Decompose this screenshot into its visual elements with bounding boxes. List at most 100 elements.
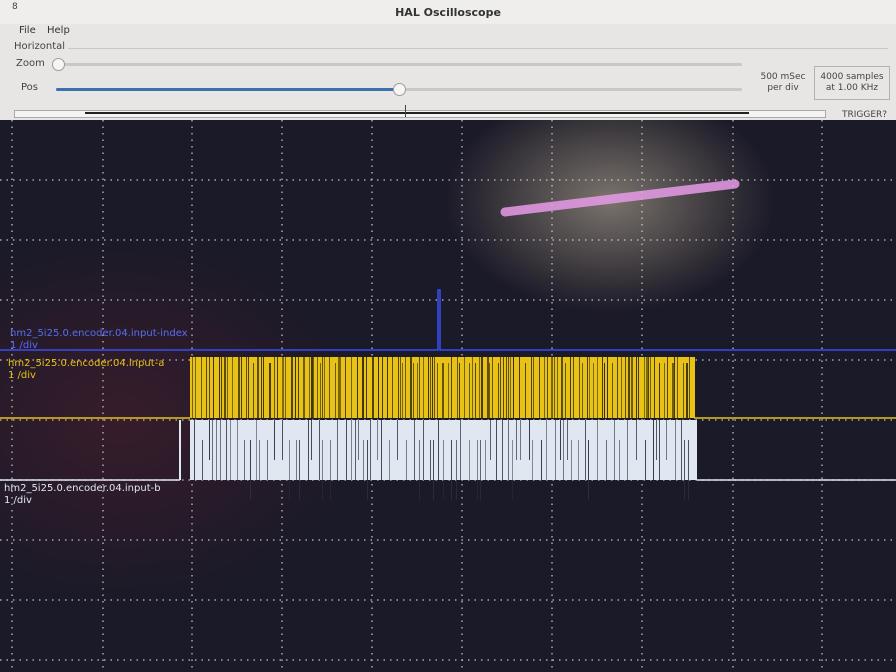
trace-b-pulse-gap xyxy=(256,420,257,480)
rate-unit: per div xyxy=(767,83,799,93)
trace-a-pulse-gap xyxy=(263,357,264,418)
trace-a-pulse-gap xyxy=(192,357,193,418)
trace-a-pulse-gap xyxy=(366,357,367,418)
trace-b-pulse-gap xyxy=(666,420,667,460)
zoom-slider-handle[interactable] xyxy=(52,58,65,71)
trace-a-pulse-gap xyxy=(351,357,352,418)
trace-b-pulse-gap xyxy=(477,440,478,500)
samples-rate: at 1.00 KHz xyxy=(825,83,879,93)
trace-a-pulse-gap xyxy=(417,363,418,424)
trace-a-pulse-gap xyxy=(209,357,210,418)
trace-a-pulse-gap xyxy=(646,357,648,418)
trace-b-pulse-gap xyxy=(377,420,378,460)
record-progress-bar xyxy=(14,105,826,118)
trace-b-pulse-gap xyxy=(588,440,589,500)
trace-a-pulse-gap xyxy=(667,357,668,418)
trace-a-pulse-gap xyxy=(565,363,566,424)
trace-a-pulse-gap xyxy=(340,357,341,418)
zoom-slider[interactable] xyxy=(58,63,742,66)
trace-a-pulse-gap xyxy=(322,357,323,418)
trace-a-pulse-gap xyxy=(295,357,296,418)
trace-b-scale: 1 /div xyxy=(4,495,32,506)
trace-b-pulse-gap xyxy=(560,420,561,460)
menu-file[interactable]: File xyxy=(19,25,36,36)
trace-b-pulse-gap xyxy=(532,440,533,480)
title-bar: 8 HAL Oscilloscope xyxy=(0,0,896,24)
trace-b-pulse-gap xyxy=(502,420,503,480)
trace-b-pulse-gap xyxy=(469,440,470,480)
trace-a-pulse-gap xyxy=(644,357,645,418)
trace-a-pulse-gap xyxy=(689,357,690,418)
trace-b-pulse-gap xyxy=(490,420,491,460)
trace-a-pulse-gap xyxy=(274,357,275,418)
trace-a-pulse-gap xyxy=(423,357,424,418)
trace-b-pulse-gap xyxy=(237,420,238,480)
trace-b-pulse-gap xyxy=(244,440,245,480)
trace-a-pulse-gap xyxy=(261,357,262,418)
trace-a-pulse-gap xyxy=(311,357,313,418)
trace-a-pulse-gap xyxy=(291,357,293,418)
trace-index-name: hm2_5i25.0.encoder.04.input-index xyxy=(10,328,188,339)
trace-b-pulse-gap xyxy=(220,420,221,480)
trace-a-pulse-gap xyxy=(213,357,214,418)
trace-b-pulse-gap xyxy=(330,440,331,500)
trace-a-pulse-gap xyxy=(683,363,684,424)
trace-area xyxy=(0,179,896,500)
scope-display[interactable]: hm2_5i25.0.encoder.04.input-index 1 /div… xyxy=(0,120,896,672)
trace-b-pulse-gap xyxy=(456,440,457,500)
trace-a-pulse-gap xyxy=(547,357,548,418)
trigger-status: TRIGGER? xyxy=(842,110,888,120)
trace-b-pulse-gap xyxy=(656,420,657,460)
pos-slider-handle[interactable] xyxy=(393,83,406,96)
trace-b-pulse-gap xyxy=(433,440,434,500)
trace-a-pulse-gap xyxy=(664,363,665,424)
trace-b-pulse-gap xyxy=(423,420,424,480)
trace-a-pulse-gap xyxy=(573,357,574,418)
trace-a-pulse-gap xyxy=(469,363,470,424)
trace-a-pulse-gap xyxy=(402,363,403,424)
trace-b-pulse-gap xyxy=(346,420,347,480)
trace-b-pulse-gap xyxy=(636,420,637,460)
trace-b-pulse-gap xyxy=(438,420,439,480)
trace-a-pulse-gap xyxy=(674,357,675,418)
trace-b-pulse-gap xyxy=(597,420,598,480)
trace-b-pulse-gap xyxy=(381,420,382,480)
trace-b-pulse-gap xyxy=(209,420,210,460)
trace-a-pulse-gap xyxy=(309,357,310,418)
trace-b-pulse-gap xyxy=(274,420,275,460)
trace-b-pulse-gap xyxy=(578,440,579,480)
menu-help[interactable]: Help xyxy=(47,25,70,36)
trace-a-pulse-gap xyxy=(269,363,271,424)
trace-a-pulse-gap xyxy=(506,357,507,418)
trace-b-pulse-gap xyxy=(659,420,660,480)
trace-label-a[interactable]: hm2_5i25.0.encoder.04.input-a 1 /div xyxy=(8,358,164,382)
trace-b-pulse-gap xyxy=(337,420,338,480)
trace-label-b[interactable]: hm2_5i25.0.encoder.04.input-b 1 /div xyxy=(4,483,161,507)
trace-b-pulse-gap xyxy=(397,420,398,460)
trace-b-pulse-gap xyxy=(563,420,564,480)
trace-b-pulse-gap xyxy=(571,440,572,480)
trace-a-pulse-gap xyxy=(324,357,325,418)
trace-a-pulse-gap xyxy=(570,357,571,418)
horizontal-frame-label: Horizontal xyxy=(14,41,66,52)
trace-a-pulse-gap xyxy=(227,357,228,418)
sample-rate-button[interactable]: 4000 samples at 1.00 KHz xyxy=(814,66,890,100)
trace-b-pulse-gap xyxy=(508,420,509,480)
trace-a-pulse-gap xyxy=(481,357,483,418)
trace-b-pulse-gap xyxy=(529,420,530,460)
trace-b-pulse-gap xyxy=(567,420,568,460)
trace-a-pulse-gap xyxy=(604,363,605,424)
trace-b-pulse-gap xyxy=(480,440,481,500)
trace-a-pulse-gap xyxy=(430,357,431,418)
trace-label-index[interactable]: hm2_5i25.0.encoder.04.input-index 1 /div xyxy=(10,328,188,352)
trace-a-pulse-gap xyxy=(317,357,318,418)
trace-b-pulse-gap xyxy=(520,420,521,460)
trace-a-pulse-gap xyxy=(398,357,399,418)
trace-a-pulse-gap xyxy=(410,357,412,418)
trace-a-pulse-gap xyxy=(602,357,603,418)
trace-a-pulse-gap xyxy=(464,357,465,418)
trace-a-pulse-gap xyxy=(554,357,555,418)
trace-b-pulse-gap xyxy=(512,440,513,500)
trace-b-pulse-gap xyxy=(443,440,444,500)
trace-b-pulse-gap xyxy=(684,440,685,500)
